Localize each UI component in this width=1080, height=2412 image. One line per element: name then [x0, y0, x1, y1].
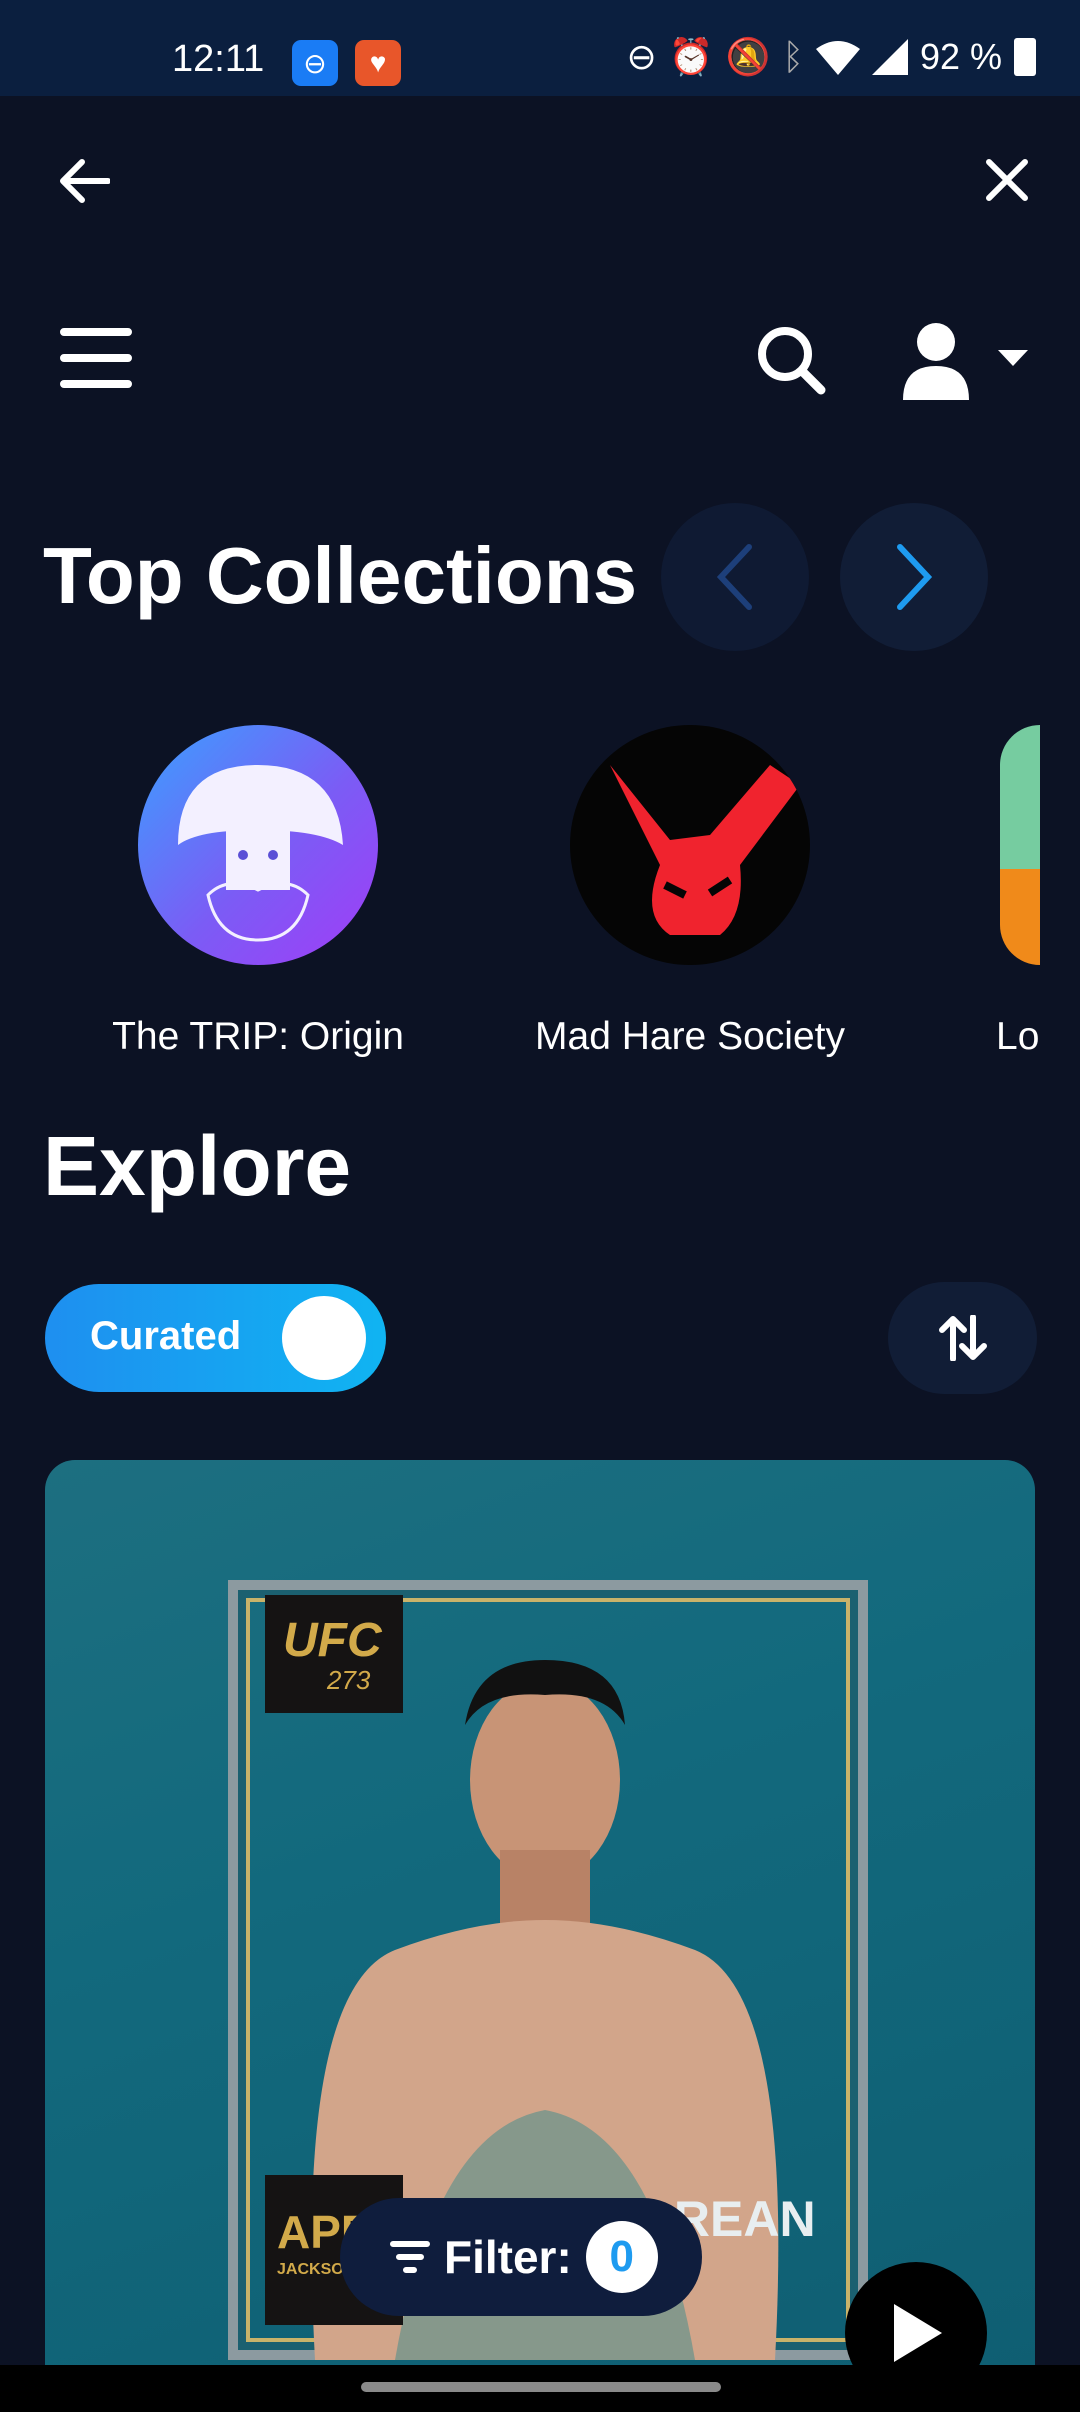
arrow-left-icon[interactable] [58, 158, 110, 204]
collection-label[interactable]: Lo [996, 1015, 1040, 1059]
battery-icon [1014, 38, 1036, 76]
toggle-knob [282, 1296, 366, 1380]
messenger-icon: ⊖ [292, 40, 338, 86]
bell-off-icon: 🔕 [725, 36, 771, 77]
sort-button[interactable] [888, 1282, 1037, 1394]
status-time: 12:11 [172, 38, 265, 80]
dnd-icon: ⊖ [626, 36, 657, 77]
hamburger-icon[interactable] [60, 326, 132, 390]
mushroom-logo [178, 765, 343, 942]
user-icon[interactable] [900, 322, 1030, 400]
carousel-prev-button[interactable] [661, 503, 809, 651]
battery-text: 92 % [919, 36, 1002, 77]
collection-avatar-mad-hare[interactable] [570, 725, 810, 965]
filter-icon [390, 2241, 430, 2273]
top-collections-title: Top Collections [43, 531, 638, 620]
filter-count-badge: 0 [585, 2221, 658, 2293]
chevron-left-icon [716, 544, 752, 610]
play-icon [894, 2304, 942, 2362]
collection-avatar-the-trip[interactable] [138, 725, 378, 965]
bluetooth-icon: ᛒ [782, 36, 804, 77]
hare-skull-logo [610, 765, 800, 935]
collection-avatar-3[interactable] [1000, 725, 1040, 965]
collection-label[interactable]: Mad Hare Society [475, 1015, 905, 1059]
chevron-right-icon [897, 544, 933, 610]
system-nav-bar [0, 2365, 1080, 2412]
search-icon[interactable] [755, 324, 827, 396]
status-bar: 12:11 ⊖ ♥ ⊖ ⏰ 🔕 ᛒ 92 % [0, 0, 1080, 96]
signal-icon [871, 39, 908, 75]
alarm-icon: ⏰ [668, 36, 714, 77]
sort-arrows-icon [938, 1315, 987, 1361]
close-icon[interactable] [985, 158, 1029, 202]
heart-app-icon: ♥ [355, 40, 401, 86]
home-handle[interactable] [361, 2382, 721, 2392]
filter-label: Filter: [444, 2231, 572, 2283]
curated-toggle[interactable]: Curated [45, 1284, 386, 1392]
carousel-next-button[interactable] [840, 503, 988, 651]
explore-title: Explore [43, 1119, 352, 1213]
filter-button[interactable]: Filter: 0 [340, 2198, 702, 2316]
collection-label[interactable]: The TRIP: Origin [43, 1015, 473, 1059]
curated-toggle-label: Curated [90, 1314, 242, 1358]
wifi-icon [815, 41, 860, 75]
